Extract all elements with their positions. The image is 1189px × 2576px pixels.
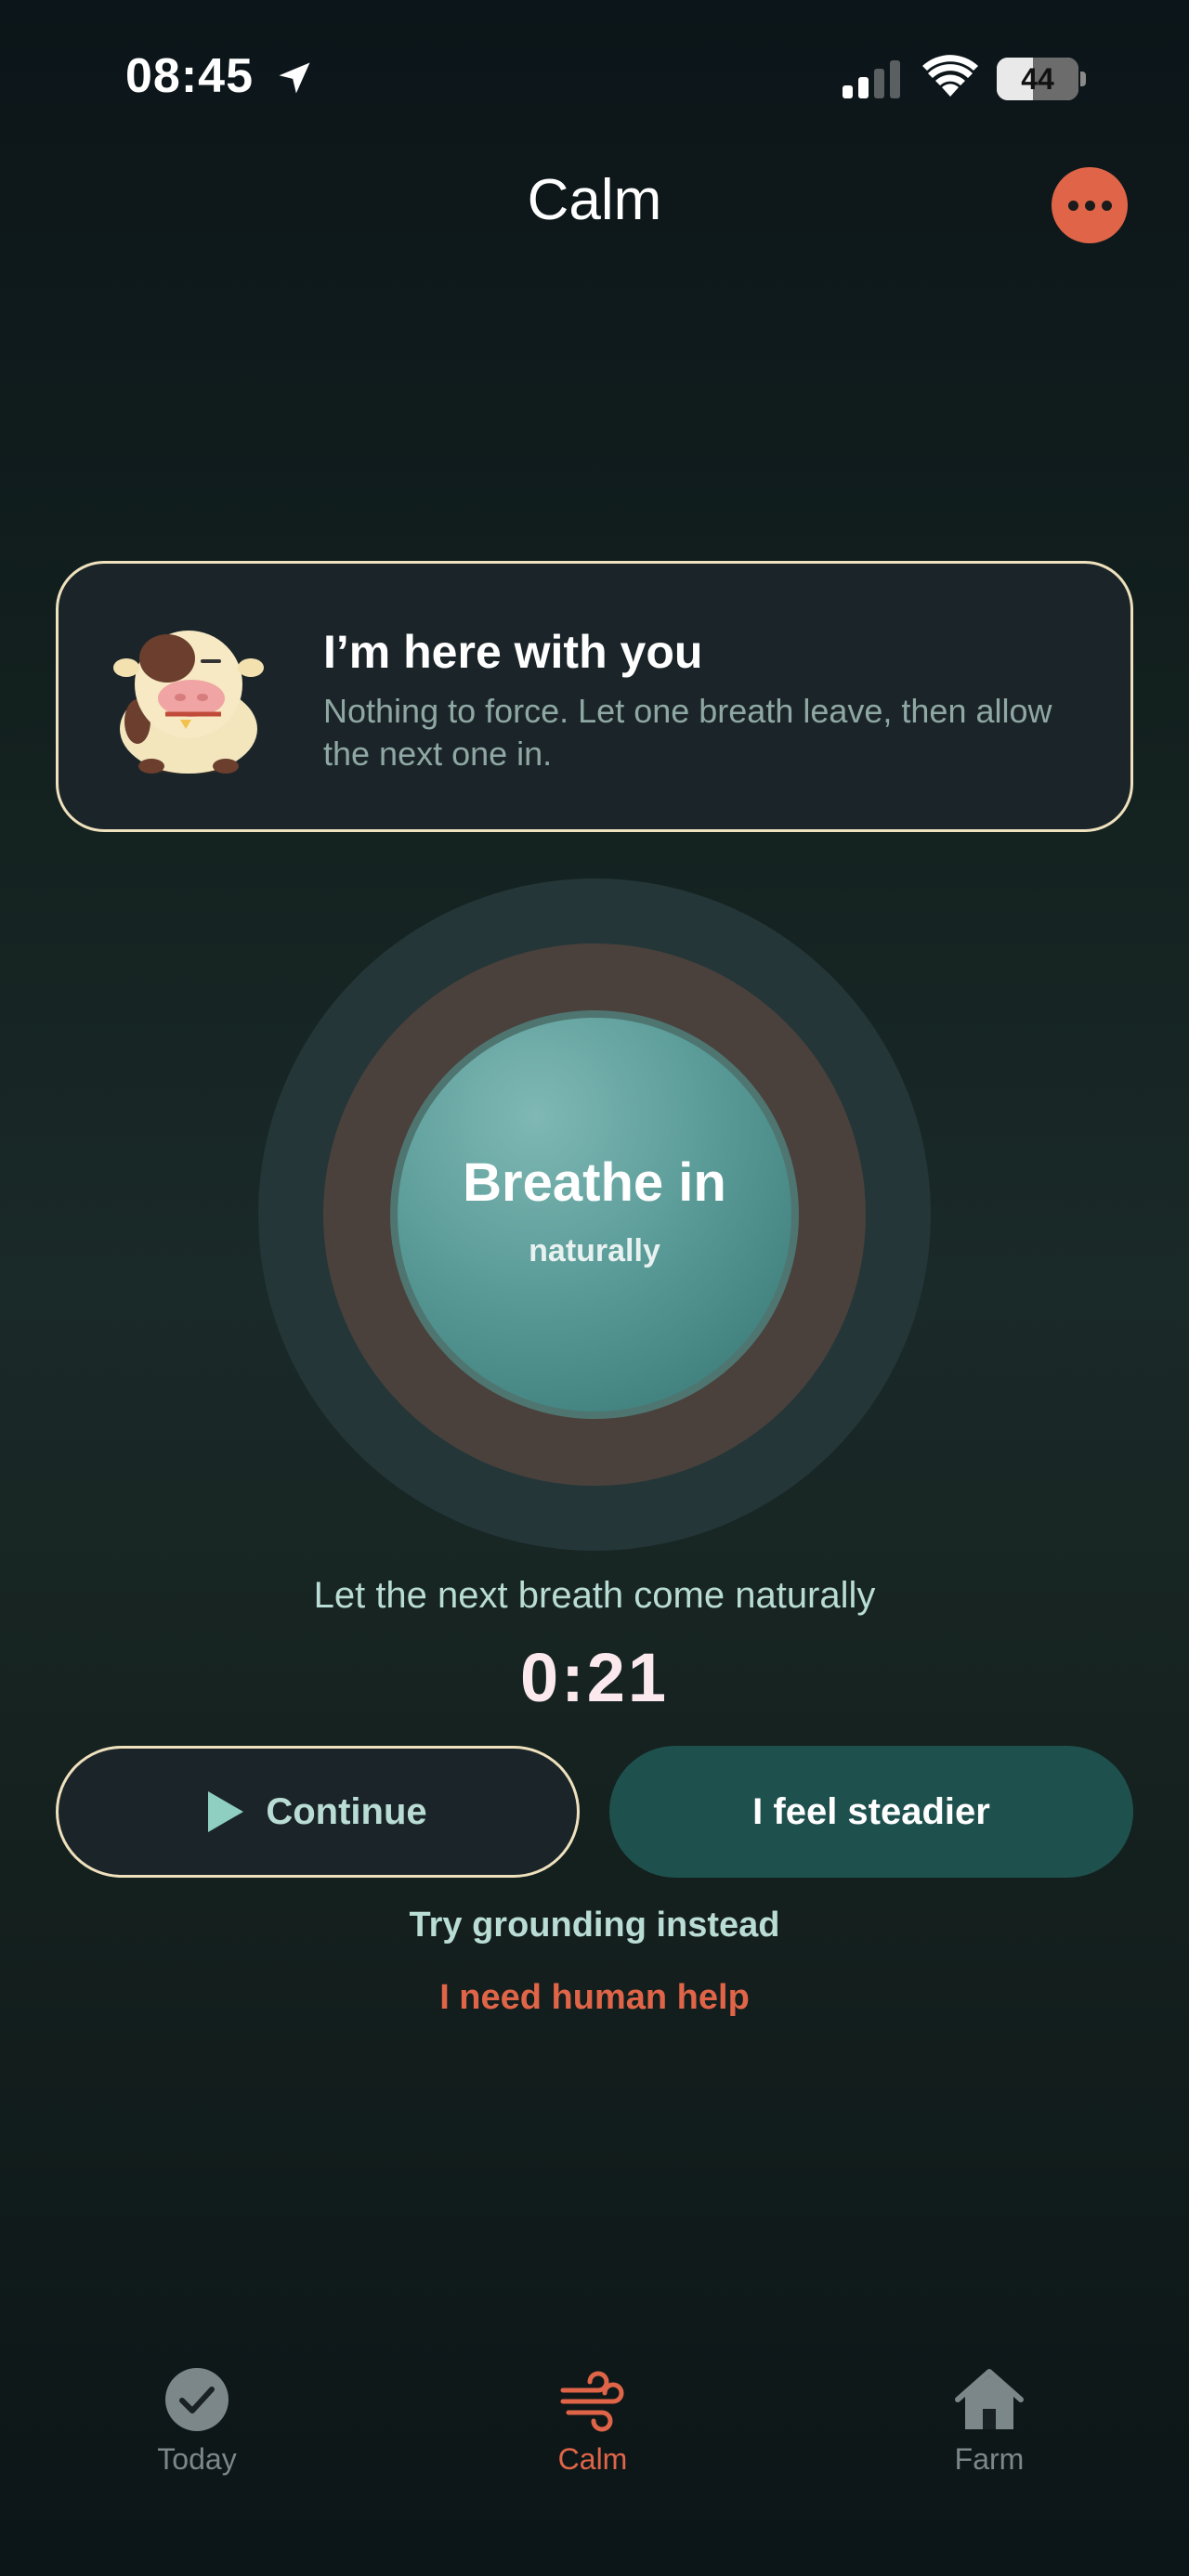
companion-card: I’m here with you Nothing to force. Let … <box>56 561 1133 832</box>
tab-label-today: Today <box>157 2442 237 2476</box>
battery-percent: 44 <box>1021 62 1054 96</box>
tab-today[interactable]: Today <box>58 2340 336 2489</box>
battery-indicator: 44 <box>997 58 1086 100</box>
tab-bar: Today Calm Farm <box>0 2340 1189 2576</box>
card-body: Nothing to force. Let one breath leave, … <box>323 692 1052 773</box>
continue-button[interactable]: Continue <box>56 1746 580 1878</box>
breath-sublabel: naturally <box>529 1233 660 1268</box>
session-timer: 0:21 <box>519 1639 670 1716</box>
house-icon <box>955 2369 1024 2429</box>
cellular-signal-icon <box>843 60 900 98</box>
tab-calm[interactable]: Calm <box>453 2340 732 2489</box>
check-circle-icon <box>165 2368 229 2431</box>
wifi-icon <box>922 55 978 97</box>
location-arrow-icon <box>279 62 310 94</box>
play-icon <box>208 1791 244 1832</box>
try-grounding-link[interactable]: Try grounding instead <box>0 1906 1189 1945</box>
cow-mascot-icon <box>113 631 264 774</box>
status-time: 08:45 <box>125 49 254 103</box>
wind-icon <box>560 2371 624 2432</box>
continue-label: Continue <box>266 1790 427 1832</box>
status-bar: 08:45 44 <box>0 0 1189 158</box>
more-dots-icon <box>1067 200 1078 211</box>
tab-farm[interactable]: Farm <box>850 2340 1129 2489</box>
card-title: I’m here with you <box>323 626 703 678</box>
breath-label: Breathe in <box>463 1152 726 1213</box>
page-title: Calm <box>527 168 662 232</box>
breath-circle <box>390 1010 799 1419</box>
more-options-button[interactable] <box>1052 167 1128 243</box>
feel-steadier-button[interactable]: I feel steadier <box>609 1746 1133 1878</box>
human-help-link[interactable]: I need human help <box>0 1978 1189 2018</box>
breath-prompt: Let the next breath come naturally <box>313 1575 876 1616</box>
feel-steadier-label: I feel steadier <box>752 1790 990 1832</box>
tab-label-farm: Farm <box>954 2442 1025 2476</box>
tab-label-calm: Calm <box>557 2442 628 2476</box>
